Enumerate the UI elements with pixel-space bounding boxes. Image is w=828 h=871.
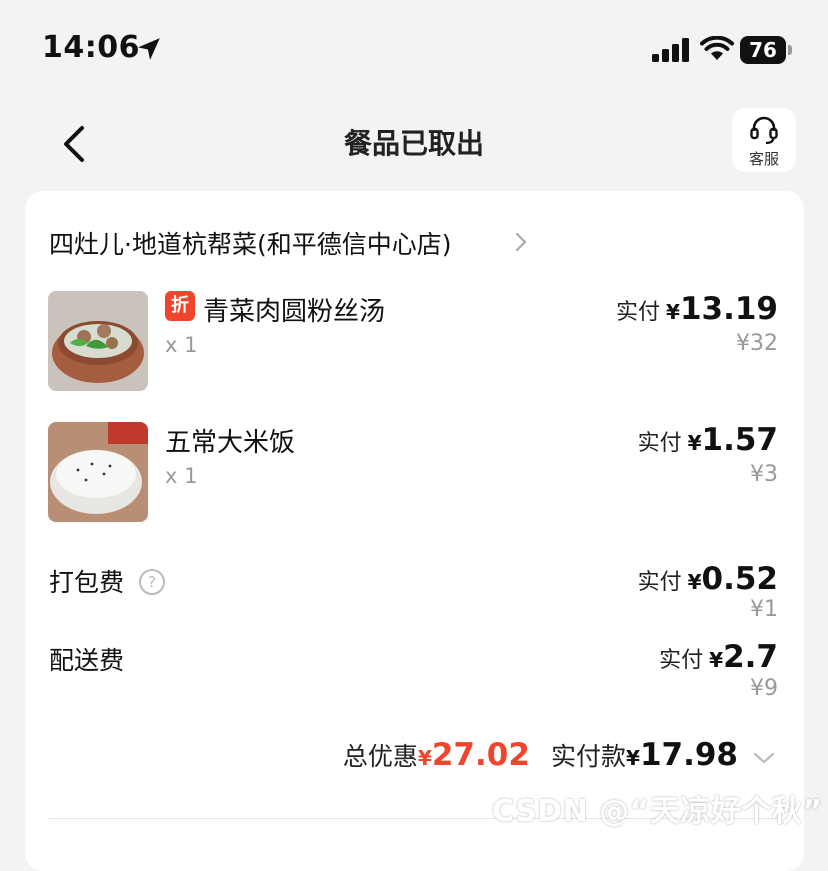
- item-name: 五常大米饭: [165, 428, 296, 458]
- item-original-price: ¥3: [750, 462, 778, 487]
- item-name: 青菜肉圆粉丝汤: [203, 297, 386, 327]
- item-original-price: ¥32: [736, 331, 778, 356]
- rice-bowl-image: [48, 422, 148, 522]
- packaging-fee-paid: 实付 ¥0.52: [637, 561, 778, 597]
- order-item: 五常大米饭 x 1 实付 ¥1.57 ¥3: [25, 422, 804, 522]
- customer-service-label: 客服: [748, 150, 779, 168]
- total-discount-label: 总优惠: [342, 742, 418, 771]
- nav-bar: 餐品已取出: [0, 100, 828, 185]
- chevron-down-icon[interactable]: [753, 751, 775, 765]
- page-title: 餐品已取出: [343, 127, 484, 160]
- cellular-signal-icon: [652, 38, 689, 62]
- customer-service-button[interactable]: 客服: [732, 108, 796, 172]
- delivery-fee-label: 配送费: [49, 646, 125, 675]
- location-arrow-icon: [138, 38, 160, 60]
- order-summary[interactable]: 总优惠¥27.02 实付款¥17.98: [25, 737, 804, 781]
- packaging-fee-label: 打包费: [49, 568, 125, 597]
- total-paid-label: 实付款: [551, 742, 627, 771]
- order-item: 折 青菜肉圆粉丝汤 x 1 实付 ¥13.19 ¥32: [25, 291, 804, 391]
- total-paid-amount: ¥17.98: [626, 737, 738, 773]
- total-discount-amount: ¥27.02: [417, 737, 530, 773]
- chevron-right-icon[interactable]: [513, 231, 529, 253]
- item-quantity: x 1: [165, 464, 198, 488]
- watermark: CSDN @“天凉好个秋”: [492, 794, 823, 829]
- item-quantity: x 1: [165, 333, 198, 357]
- item-paid-price: 实付 ¥13.19: [616, 291, 778, 327]
- shop-name[interactable]: 四灶儿·地道杭帮菜(和平德信中心店): [49, 225, 451, 261]
- wifi-icon: [700, 36, 734, 60]
- headset-icon: [750, 116, 778, 145]
- item-paid-price: 实付 ¥1.57: [637, 422, 778, 458]
- battery-level: 76: [740, 36, 786, 64]
- status-time: 14:06: [42, 30, 140, 65]
- status-bar: 14:06 76: [0, 0, 828, 100]
- packaging-fee-original: ¥1: [750, 597, 778, 622]
- help-icon[interactable]: ?: [139, 569, 165, 595]
- delivery-fee-original: ¥9: [750, 676, 778, 701]
- battery-icon: 76: [740, 36, 792, 64]
- order-card: 四灶儿·地道杭帮菜(和平德信中心店) 折 青菜肉圆粉丝汤 x 1 实付 ¥13.1…: [25, 191, 804, 871]
- delivery-fee-paid: 实付 ¥2.7: [659, 639, 778, 675]
- soup-dish-image: [48, 291, 148, 391]
- discount-badge: 折: [165, 291, 195, 321]
